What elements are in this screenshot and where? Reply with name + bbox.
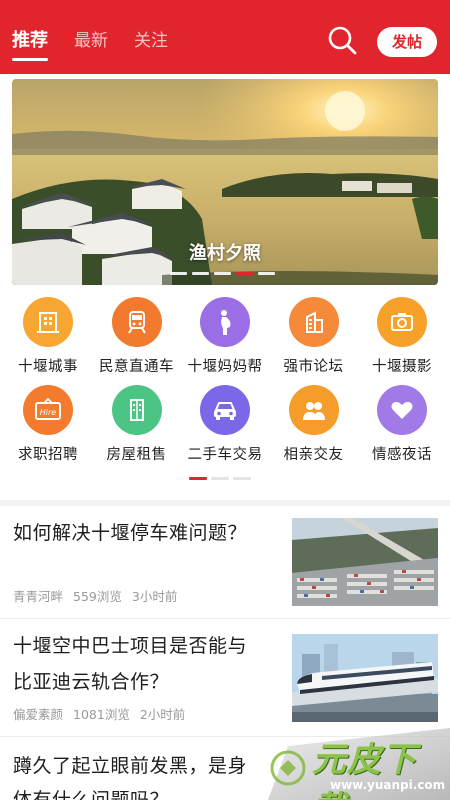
site-watermark-logo: 元皮下载 www.yuanpi.com bbox=[268, 728, 450, 800]
news-title-line: 比亚迪云轨合作？ bbox=[13, 671, 170, 693]
watermark-url: www.yuanpi.com bbox=[330, 778, 446, 792]
grid-item-housing[interactable]: 房屋租售 bbox=[93, 383, 181, 471]
tab-latest[interactable]: 最新 bbox=[74, 28, 108, 54]
grid-page-dot-active bbox=[189, 477, 207, 480]
channel-tabs: 推荐 最新 关注 bbox=[12, 28, 168, 61]
apartment-icon bbox=[111, 385, 162, 435]
grid-item-label: 相亲交友 bbox=[283, 447, 344, 463]
grid-page-dot bbox=[233, 477, 251, 480]
banner-pagination bbox=[170, 272, 275, 275]
hire-sign-icon: Hire bbox=[23, 385, 73, 435]
news-views: 1081浏览 bbox=[73, 707, 130, 722]
grid-item-label: 情感夜话 bbox=[372, 447, 432, 463]
tab-following[interactable]: 关注 bbox=[134, 28, 168, 54]
banner-carousel[interactable]: 渔村夕照 bbox=[12, 79, 438, 285]
building-icon bbox=[23, 297, 73, 347]
grid-item-label: 二手车交易 bbox=[187, 447, 263, 463]
news-author: 青青河畔 bbox=[13, 589, 64, 604]
grid-item-label: 强市论坛 bbox=[283, 359, 344, 375]
news-item[interactable]: 十堰空中巴士项目是否能与 比亚迪云轨合作？ 偏爱素颜 1081浏览 2小时前 bbox=[0, 619, 450, 733]
tab-recommend[interactable]: 推荐 bbox=[12, 28, 48, 61]
grid-item-label: 房屋租售 bbox=[106, 447, 167, 463]
grid-item-public-opinion[interactable]: 民意直通车 bbox=[93, 295, 181, 383]
grid-page-dot bbox=[211, 477, 229, 480]
banner-dot bbox=[258, 272, 275, 275]
news-time: 2小时前 bbox=[139, 707, 186, 722]
news-views: 559浏览 bbox=[73, 589, 122, 604]
couple-icon bbox=[288, 385, 339, 435]
train-icon bbox=[111, 297, 162, 347]
news-title: 如何解决十堰停车难问题？ bbox=[13, 522, 248, 544]
post-button[interactable]: 发帖 bbox=[377, 27, 437, 57]
banner-dot bbox=[170, 272, 187, 275]
search-icon[interactable] bbox=[326, 24, 358, 56]
heart-icon bbox=[377, 385, 427, 435]
grid-item-jobs[interactable]: Hire 求职招聘 bbox=[4, 383, 92, 471]
grid-item-forum[interactable]: 强市论坛 bbox=[270, 295, 358, 383]
office-building-icon bbox=[288, 297, 339, 347]
banner-dot-active bbox=[236, 272, 253, 275]
news-author: 偏爱素颜 bbox=[13, 707, 64, 722]
category-grid: 十堰城事 民意直通车 十堰妈妈帮 强市论坛 十堰摄影 Hire 求职招聘 房屋租… bbox=[0, 295, 450, 471]
grid-item-emotions[interactable]: 情感夜话 bbox=[358, 383, 446, 471]
grid-row: 十堰城事 民意直通车 十堰妈妈帮 强市论坛 十堰摄影 bbox=[0, 295, 450, 383]
grid-item-photography[interactable]: 十堰摄影 bbox=[358, 295, 446, 383]
car-icon bbox=[200, 385, 250, 435]
grid-item-label: 求职招聘 bbox=[18, 447, 78, 463]
news-item[interactable]: 如何解决十堰停车难问题？ 青青河畔 559浏览 3小时前 bbox=[0, 506, 450, 616]
news-title-line: 十堰空中巴士项目是否能与 bbox=[13, 635, 248, 657]
banner-dot bbox=[192, 272, 209, 275]
grid-item-label: 十堰城事 bbox=[18, 359, 78, 375]
grid-item-dating[interactable]: 相亲交友 bbox=[270, 383, 358, 471]
banner-title: 渔村夕照 bbox=[189, 243, 261, 264]
grid-item-label: 十堰摄影 bbox=[372, 359, 432, 375]
news-title-line: 蹲久了起立眼前发黑，是身 bbox=[13, 755, 248, 777]
news-time: 3小时前 bbox=[131, 589, 178, 604]
monorail-train-image bbox=[292, 634, 438, 722]
app-screen: 推荐 最新 关注 发帖 渔村夕照 十堰城事 民意直通车 十堰妈妈帮 强市论坛 十… bbox=[0, 0, 450, 800]
parking-lot-aerial-image bbox=[292, 518, 438, 606]
grid-item-used-cars[interactable]: 二手车交易 bbox=[181, 383, 269, 471]
top-header: 推荐 最新 关注 发帖 bbox=[0, 0, 450, 74]
svg-text:Hire: Hire bbox=[40, 408, 57, 417]
camera-icon bbox=[377, 297, 427, 347]
pregnant-mother-icon bbox=[200, 297, 250, 347]
news-title-line: 体有什么问题吗？ bbox=[13, 789, 170, 800]
news-meta: 偏爱素颜 1081浏览 2小时前 bbox=[13, 704, 195, 723]
grid-row: Hire 求职招聘 房屋租售 二手车交易 相亲交友 情感夜话 bbox=[0, 383, 450, 471]
grid-item-city-news[interactable]: 十堰城事 bbox=[4, 295, 92, 383]
grid-item-label: 十堰妈妈帮 bbox=[187, 359, 263, 375]
banner-dot bbox=[214, 272, 231, 275]
news-meta: 青青河畔 559浏览 3小时前 bbox=[13, 586, 187, 605]
grid-pagination bbox=[189, 477, 251, 480]
grid-item-mothers[interactable]: 十堰妈妈帮 bbox=[181, 295, 269, 383]
grid-item-label: 民意直通车 bbox=[99, 359, 174, 375]
